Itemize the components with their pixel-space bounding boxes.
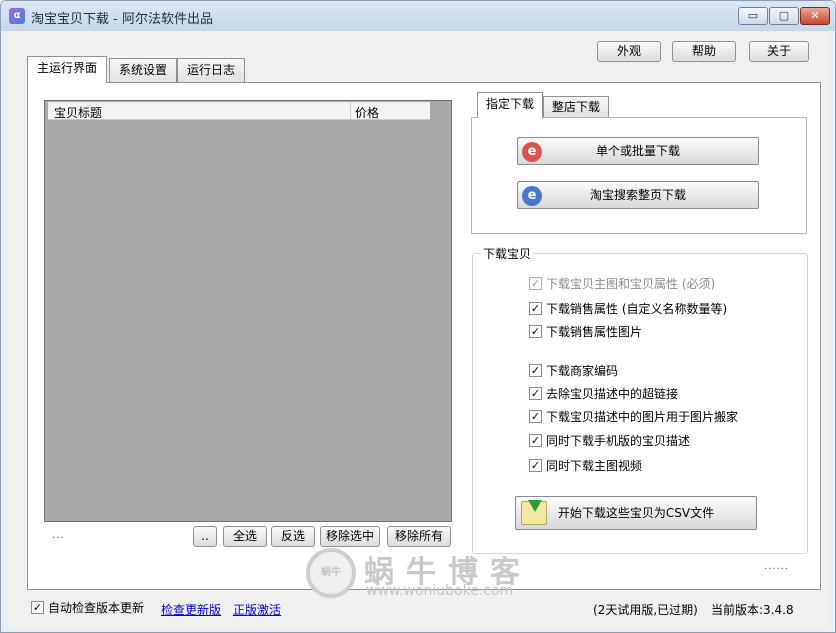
single-batch-download-button[interactable]: e 单个或批量下载 — [517, 137, 759, 165]
checkbox-icon[interactable]: ✓ — [529, 459, 542, 472]
checkbox-label: 下载宝贝主图和宝贝属性 (必须) — [546, 277, 716, 291]
ie-icon: e — [522, 186, 542, 206]
tab-settings[interactable]: 系统设置 — [109, 58, 177, 82]
remove-all-button[interactable]: 移除所有 — [387, 526, 451, 547]
search-page-download-button[interactable]: e 淘宝搜索整页下载 — [517, 181, 759, 209]
start-download-label: 开始下载这些宝贝为CSV文件 — [557, 506, 715, 520]
invert-selection-button[interactable]: 反选 — [271, 526, 315, 547]
close-button[interactable]: ✕ — [800, 7, 830, 25]
checkbox-label[interactable]: 下载宝贝描述中的图片用于图片搬家 — [546, 409, 738, 425]
checkbox-icon[interactable]: ✓ — [529, 387, 542, 400]
remove-selected-button[interactable]: 移除选中 — [320, 526, 380, 547]
checkbox-label[interactable]: 同时下载手机版的宝贝描述 — [546, 433, 690, 449]
app-icon: α — [9, 8, 25, 24]
checkbox-label[interactable]: 下载销售属性图片 — [546, 324, 642, 340]
column-header-title[interactable]: 宝贝标题 — [54, 104, 102, 121]
watermark-logo: 蜗牛 — [306, 548, 356, 598]
minimize-button[interactable]: ▭ — [738, 7, 768, 25]
csv-download-icon — [521, 500, 547, 525]
trial-status: (2天试用版,已过期) — [593, 603, 698, 617]
status-ellipsis: ... — [52, 530, 65, 541]
checkbox-icon[interactable]: ✓ — [529, 410, 542, 423]
more-button[interactable]: .. — [193, 526, 217, 547]
checkbox-icon[interactable]: ✓ — [529, 434, 542, 447]
search-page-download-label: 淘宝搜索整页下载 — [589, 188, 686, 202]
checkbox-icon[interactable]: ✓ — [529, 325, 542, 338]
tab-log[interactable]: 运行日志 — [177, 58, 245, 82]
group-title: 下载宝贝 — [481, 245, 534, 262]
start-download-csv-button[interactable]: 开始下载这些宝贝为CSV文件 — [515, 496, 757, 530]
app-window: α 淘宝宝贝下载 - 阿尔法软件出品 ▭ ▢ ✕ 外观 帮助 关于 主运行界面 … — [0, 0, 836, 633]
client-area: 外观 帮助 关于 主运行界面 系统设置 运行日志 宝贝标题 价格 ... .. … — [7, 31, 829, 628]
help-button[interactable]: 帮助 — [672, 41, 736, 62]
column-divider[interactable] — [350, 102, 351, 120]
maximize-button[interactable]: ▢ — [769, 7, 799, 25]
status-ellipsis: ...... — [764, 561, 790, 572]
table-header: 宝贝标题 价格 — [48, 102, 430, 120]
download-mode-panel: e 单个或批量下载 e 淘宝搜索整页下载 — [471, 117, 807, 234]
appearance-button[interactable]: 外观 — [597, 41, 661, 62]
checkbox-label[interactable]: 同时下载主图视频 — [546, 458, 642, 474]
checkbox-icon[interactable]: ✓ — [529, 364, 542, 377]
checkbox-icon[interactable]: ✓ — [31, 601, 44, 614]
about-button[interactable]: 关于 — [749, 41, 809, 62]
tab-specified-download[interactable]: 指定下载 — [477, 92, 543, 118]
checkbox-label[interactable]: 下载商家编码 — [546, 363, 618, 379]
column-header-price[interactable]: 价格 — [355, 104, 379, 121]
product-table[interactable]: 宝贝标题 价格 — [44, 100, 452, 522]
main-panel: 宝贝标题 价格 ... .. 全选 反选 移除选中 移除所有 指定下载 整店下载… — [27, 82, 821, 590]
single-batch-download-label: 单个或批量下载 — [595, 144, 680, 158]
watermark-url: www.woniuboke.com — [366, 583, 514, 599]
checkbox-label[interactable]: 去除宝贝描述中的超链接 — [546, 386, 678, 402]
tab-store-download[interactable]: 整店下载 — [543, 96, 609, 118]
select-all-button[interactable]: 全选 — [223, 526, 267, 547]
checkbox-icon[interactable]: ✓ — [529, 302, 542, 315]
window-title: 淘宝宝贝下载 - 阿尔法软件出品 — [31, 12, 213, 27]
ie-icon: e — [522, 142, 542, 162]
checkbox-label[interactable]: 自动检查版本更新 — [48, 600, 144, 616]
checkbox-label[interactable]: 下载销售属性 (自定义名称数量等) — [546, 301, 727, 317]
watermark: 蜗牛 蜗牛博客 www.woniuboke.com — [306, 545, 546, 601]
tab-main[interactable]: 主运行界面 — [27, 56, 107, 83]
checkbox-icon: ✓ — [529, 277, 542, 290]
title-bar[interactable]: α 淘宝宝贝下载 - 阿尔法软件出品 ▭ ▢ ✕ — [1, 1, 835, 31]
activate-link[interactable]: 正版激活 — [233, 601, 281, 618]
download-options-group: 下载宝贝 ✓ 下载宝贝主图和宝贝属性 (必须) ✓ 下载销售属性 (自定义名称数… — [472, 245, 808, 554]
version-label: 当前版本:3.4.8 — [711, 603, 794, 617]
check-update-link[interactable]: 检查更新版 — [161, 601, 221, 618]
